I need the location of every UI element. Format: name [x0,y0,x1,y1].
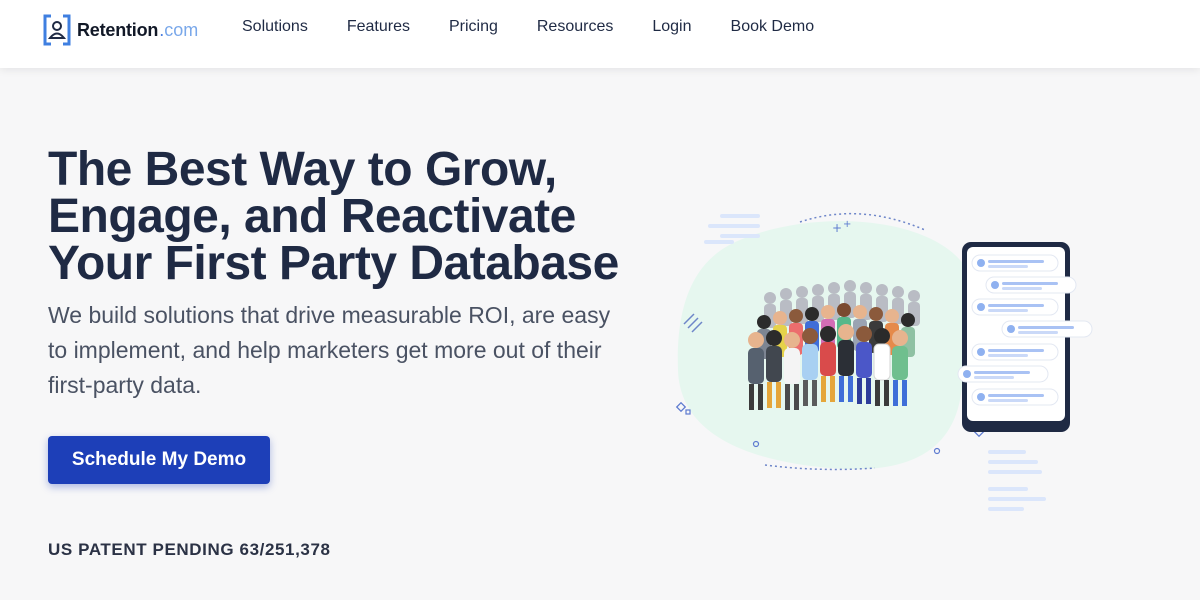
hero-title-line-1: The Best Way to Grow, [48,143,557,196]
logo-suffix: com [164,19,199,40]
nav-login[interactable]: Login [652,18,691,36]
hero-subtitle: We build solutions that drive measurable… [48,302,611,398]
logo-wordmark: Retention [77,19,159,40]
phone-graphic [957,242,1093,432]
svg-text:+: + [843,219,851,230]
nav-features[interactable]: Features [347,18,410,36]
patent-notice: US PATENT PENDING 63/251,378 [48,540,331,559]
hero-title-line-2: Engage, and Reactivate [48,190,576,243]
svg-text:+: + [832,221,842,235]
nav-resources[interactable]: Resources [537,18,613,36]
nav-solutions[interactable]: Solutions [242,18,308,36]
retention-logo[interactable]: Retention . com [42,12,198,48]
hero-title-line-3: Your First Party Database [48,237,619,290]
hero-title: The Best Way to Grow, Engage, and Reacti… [48,143,668,290]
site-header: Retention . com Solutions Features Prici… [0,0,1200,68]
nav-book-demo[interactable]: Book Demo [731,18,815,36]
schedule-demo-button[interactable]: Schedule My Demo [48,436,270,484]
nav-pricing[interactable]: Pricing [449,18,498,36]
main-nav: Solutions Features Pricing Resources Log… [242,0,853,54]
crowd-and-phone-illustration: + + [675,212,1093,511]
user-card-icon [43,14,71,46]
